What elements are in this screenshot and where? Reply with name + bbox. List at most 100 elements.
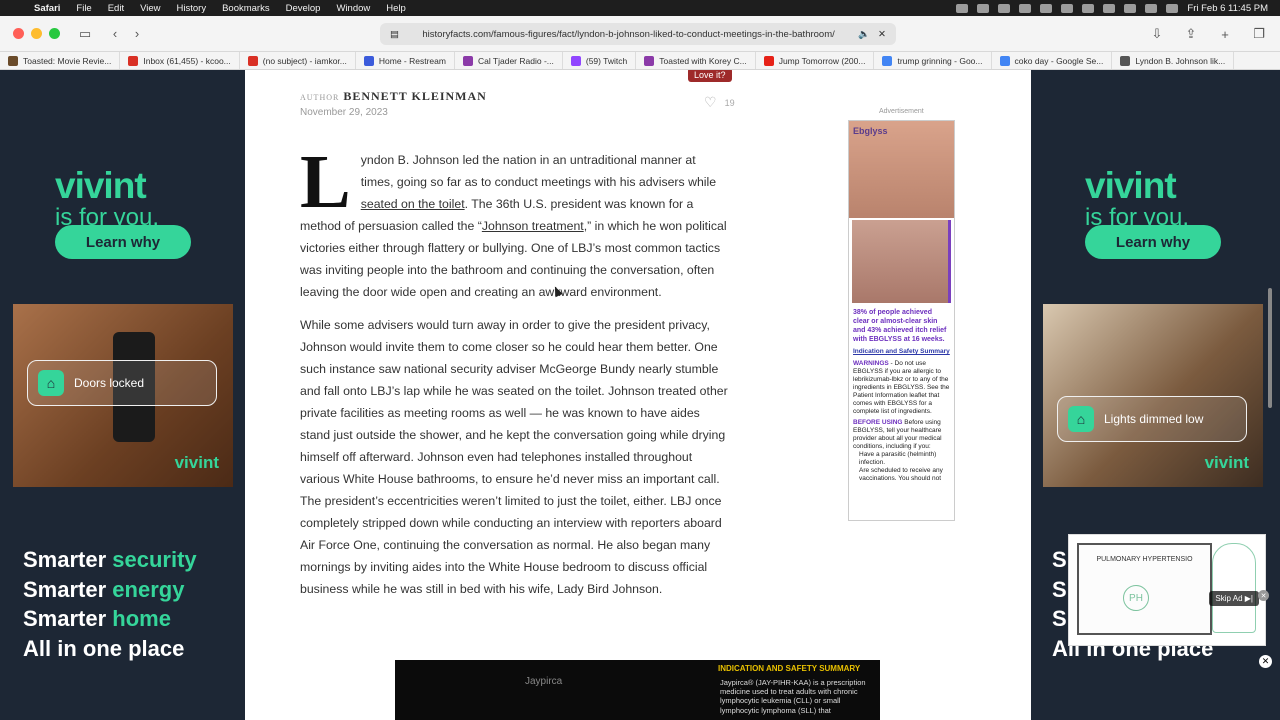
- status-app-icon[interactable]: [1082, 3, 1095, 13]
- publish-date: November 29, 2023: [300, 107, 388, 118]
- author-name[interactable]: BENNETT KLEINMAN: [343, 89, 486, 103]
- bookmark-item[interactable]: Cal Tjader Radio -...: [455, 52, 563, 69]
- web-page: vivint is for you. Learn why ⌂ Doors loc…: [0, 70, 1280, 720]
- status-app-icon[interactable]: [1019, 3, 1032, 13]
- skip-ad-button[interactable]: Skip Ad ▶|: [1209, 591, 1259, 606]
- bookmark-item[interactable]: Toasted: Movie Revie...: [0, 52, 121, 69]
- jaypirca-banner-ad[interactable]: Jaypirca INDICATION AND SAFETY SUMMARY J…: [395, 660, 880, 720]
- close-window-button[interactable]: [13, 28, 24, 39]
- ad-before-using: BEFORE USING Before using EBGLYSS, tell …: [853, 419, 942, 450]
- bookmark-item[interactable]: (no subject) - iamkor...: [240, 52, 356, 69]
- page-icon: ▤: [390, 28, 399, 40]
- learn-why-button[interactable]: Learn why: [55, 225, 191, 259]
- bookmark-item[interactable]: trump grinning - Goo...: [874, 52, 992, 69]
- door-lock-photo: ⌂ Doors locked vivint: [13, 304, 233, 487]
- learn-why-button[interactable]: Learn why: [1085, 225, 1221, 259]
- bookmark-favicon-icon: [644, 55, 655, 66]
- url-text[interactable]: historyfacts.com/famous-figures/fact/lyn…: [399, 29, 858, 40]
- home-icon: ⌂: [1068, 406, 1094, 432]
- doors-locked-pill: ⌂ Doors locked: [27, 360, 217, 406]
- status-app-icon[interactable]: [998, 3, 1011, 13]
- sidebar-toggle-icon[interactable]: ▭: [74, 24, 96, 44]
- minimize-window-button[interactable]: [31, 28, 42, 39]
- video-ad-player[interactable]: PULMONARY HYPERTENSIO PH Skip Ad ▶|: [1068, 534, 1266, 646]
- menu-safari[interactable]: Safari: [34, 3, 60, 14]
- bookmark-label: Cal Tjader Radio -...: [477, 55, 554, 66]
- menu-clock[interactable]: Fri Feb 6 11:45 PM: [1187, 3, 1268, 14]
- status-app-icon[interactable]: [977, 3, 990, 13]
- close-video-ad-icon[interactable]: ✕: [1258, 590, 1269, 601]
- window-controls: [13, 28, 60, 39]
- share-icon[interactable]: ⇪: [1180, 24, 1202, 44]
- bookmark-favicon-icon: [570, 55, 581, 66]
- whiteboard-image: PULMONARY HYPERTENSIO PH: [1077, 543, 1212, 635]
- bookmark-label: Lyndon B. Johnson lik...: [1135, 55, 1226, 66]
- bookmark-label: (no subject) - iamkor...: [262, 55, 347, 66]
- article-body: Lyndon B. Johnson led the nation in an u…: [300, 144, 730, 611]
- ad-neck-image: [852, 220, 951, 303]
- bookmark-item[interactable]: (59) Twitch: [563, 52, 637, 69]
- bookmark-item[interactable]: coko day - Google Se...: [992, 52, 1113, 69]
- lights-dimmed-pill: ⌂ Lights dimmed low: [1057, 396, 1247, 442]
- bookmark-favicon-icon: [999, 55, 1010, 66]
- menu-bookmarks[interactable]: Bookmarks: [222, 3, 270, 14]
- zoom-window-button[interactable]: [49, 28, 60, 39]
- address-bar[interactable]: ▤ historyfacts.com/famous-figures/fact/l…: [380, 23, 896, 45]
- vivint-logo: vivint: [55, 165, 147, 206]
- close-tab-icon[interactable]: ✕: [878, 29, 886, 40]
- control-center-icon[interactable]: [1166, 3, 1179, 13]
- vivint-small-logo: vivint: [174, 453, 219, 472]
- love-button[interactable]: ♡ 19: [704, 94, 735, 111]
- new-tab-icon[interactable]: +: [1214, 24, 1236, 44]
- vivint-small-logo: vivint: [1204, 453, 1249, 472]
- smarter-line: Smarter energy: [23, 576, 185, 602]
- isi-body: Jaypirca® (JAY-PIHR-KAA) is a prescripti…: [720, 678, 866, 715]
- volume-icon[interactable]: [1040, 3, 1053, 13]
- safety-summary-link[interactable]: Indication and Safety Summary: [853, 348, 950, 356]
- bookmark-item[interactable]: Inbox (61,455) - kcoo...: [120, 52, 240, 69]
- toilet-link[interactable]: seated on the toilet: [361, 197, 465, 211]
- menu-view[interactable]: View: [140, 3, 160, 14]
- tab-overview-icon[interactable]: ❐: [1248, 24, 1270, 44]
- pill-label: Doors locked: [74, 376, 145, 390]
- close-banner-icon[interactable]: ✕: [1259, 655, 1272, 668]
- cloud-icon[interactable]: [956, 3, 969, 13]
- bookmark-item[interactable]: Lyndon B. Johnson lik...: [1112, 52, 1235, 69]
- bookmark-label: trump grinning - Goo...: [897, 55, 983, 66]
- bookmark-favicon-icon: [363, 55, 374, 66]
- menu-window[interactable]: Window: [336, 3, 370, 14]
- macos-menu-bar: Safari File Edit View History Bookmarks …: [0, 0, 1280, 16]
- vivint-logo: vivint: [1085, 165, 1177, 206]
- menu-edit[interactable]: Edit: [108, 3, 124, 14]
- left-vivint-ad[interactable]: vivint is for you. Learn why ⌂ Doors loc…: [0, 70, 244, 720]
- bookmarks-bar: Toasted: Movie Revie... Inbox (61,455) - …: [0, 52, 1280, 70]
- bookmark-label: (59) Twitch: [585, 55, 628, 66]
- audio-playing-icon[interactable]: 🔈: [858, 29, 870, 40]
- smarter-list: Smarter security Smarter energy Smarter …: [23, 545, 197, 663]
- bookmark-label: Inbox (61,455) - kcoo...: [143, 55, 231, 66]
- smarter-line: Smarter security: [23, 547, 197, 572]
- menu-help[interactable]: Help: [386, 3, 406, 14]
- bookmark-favicon-icon: [462, 55, 473, 66]
- page-scrollbar[interactable]: [1268, 288, 1272, 408]
- bookmark-item[interactable]: Home - Restream: [356, 52, 455, 69]
- bookmark-favicon-icon: [247, 55, 258, 66]
- bookmark-item[interactable]: Toasted with Korey C...: [636, 52, 756, 69]
- search-icon[interactable]: [1061, 3, 1074, 13]
- smarter-line: Smarter home: [23, 606, 171, 631]
- heart-icon[interactable]: ♡: [704, 94, 717, 111]
- bookmark-item[interactable]: Jump Tomorrow (200...: [756, 52, 875, 69]
- johnson-treatment-link[interactable]: Johnson treatment: [482, 219, 584, 233]
- battery-icon[interactable]: [1124, 3, 1137, 13]
- forward-button[interactable]: ›: [126, 24, 148, 44]
- ebglyss-ad[interactable]: Ebglyss 38% of people achieved clear or …: [848, 120, 955, 521]
- ad-stat: 38% of people achieved clear or almost-c…: [853, 309, 947, 343]
- menu-develop[interactable]: Develop: [286, 3, 321, 14]
- menu-history[interactable]: History: [177, 3, 207, 14]
- jaypirca-logo: Jaypirca: [525, 676, 563, 687]
- downloads-icon[interactable]: ⇩: [1146, 24, 1168, 44]
- bluetooth-icon[interactable]: [1103, 3, 1116, 13]
- wifi-icon[interactable]: [1145, 3, 1158, 13]
- menu-file[interactable]: File: [76, 3, 91, 14]
- back-button[interactable]: ‹: [104, 24, 126, 44]
